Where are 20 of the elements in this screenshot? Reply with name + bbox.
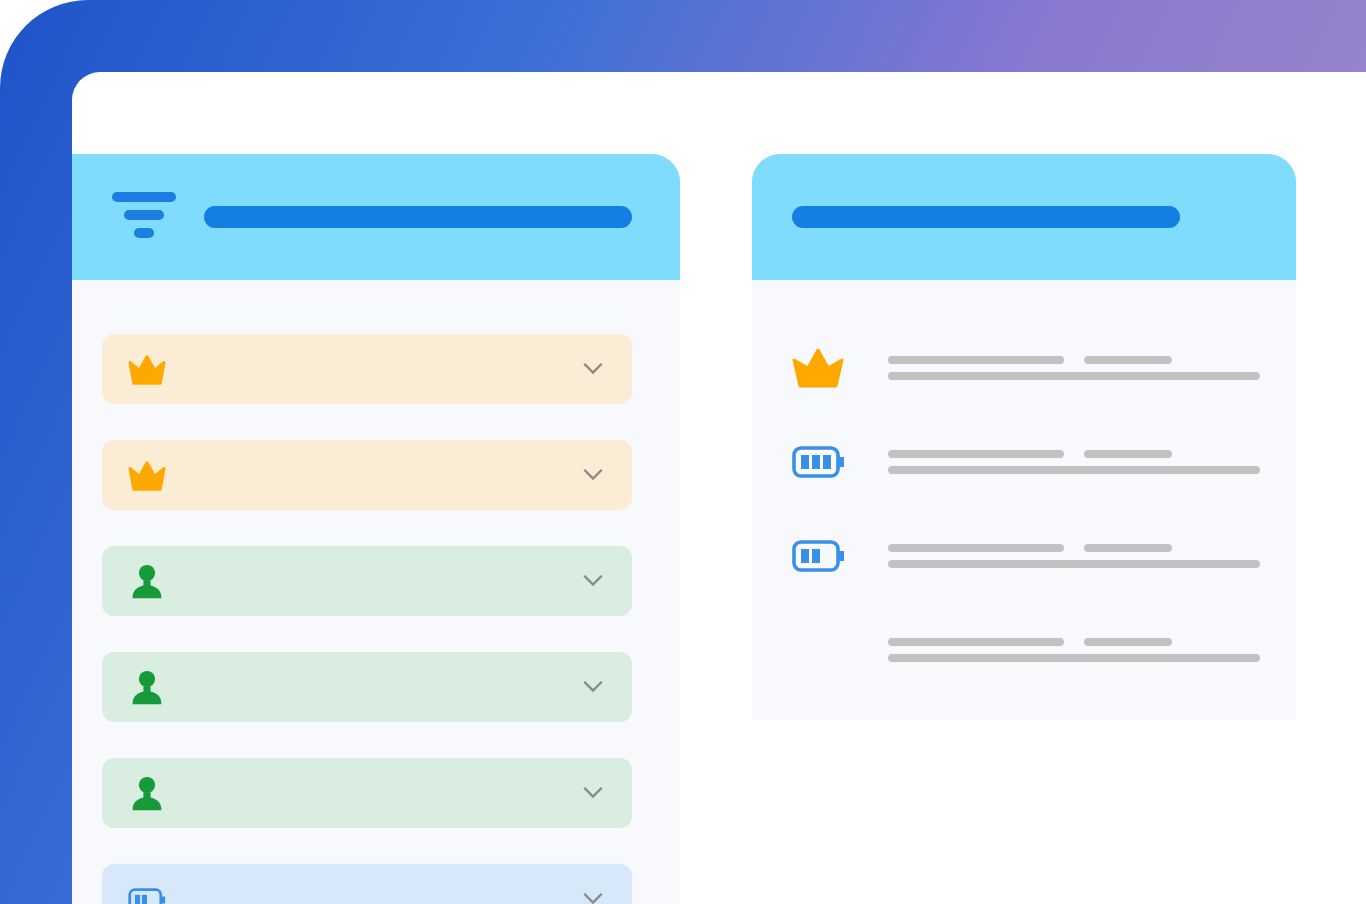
filter-row[interactable] — [102, 546, 632, 616]
filter-row[interactable] — [102, 440, 632, 510]
chevron-down-icon — [582, 680, 604, 694]
chevron-down-icon — [582, 468, 604, 482]
chevron-down-icon — [582, 574, 604, 588]
crown-icon — [128, 351, 166, 387]
battery-icon — [792, 535, 844, 575]
person-icon — [128, 563, 166, 599]
chevron-down-icon — [582, 362, 604, 376]
chevron-down-icon — [582, 786, 604, 800]
person-icon — [128, 775, 166, 811]
person-icon — [128, 669, 166, 705]
filter-row[interactable] — [102, 334, 632, 404]
chevron-down-icon — [582, 892, 604, 904]
filter-row[interactable] — [102, 652, 632, 722]
crown-icon — [792, 347, 844, 387]
filter-row[interactable] — [102, 758, 632, 828]
battery-icon — [792, 441, 844, 481]
crown-icon — [128, 457, 166, 493]
filter-icon — [112, 191, 176, 243]
